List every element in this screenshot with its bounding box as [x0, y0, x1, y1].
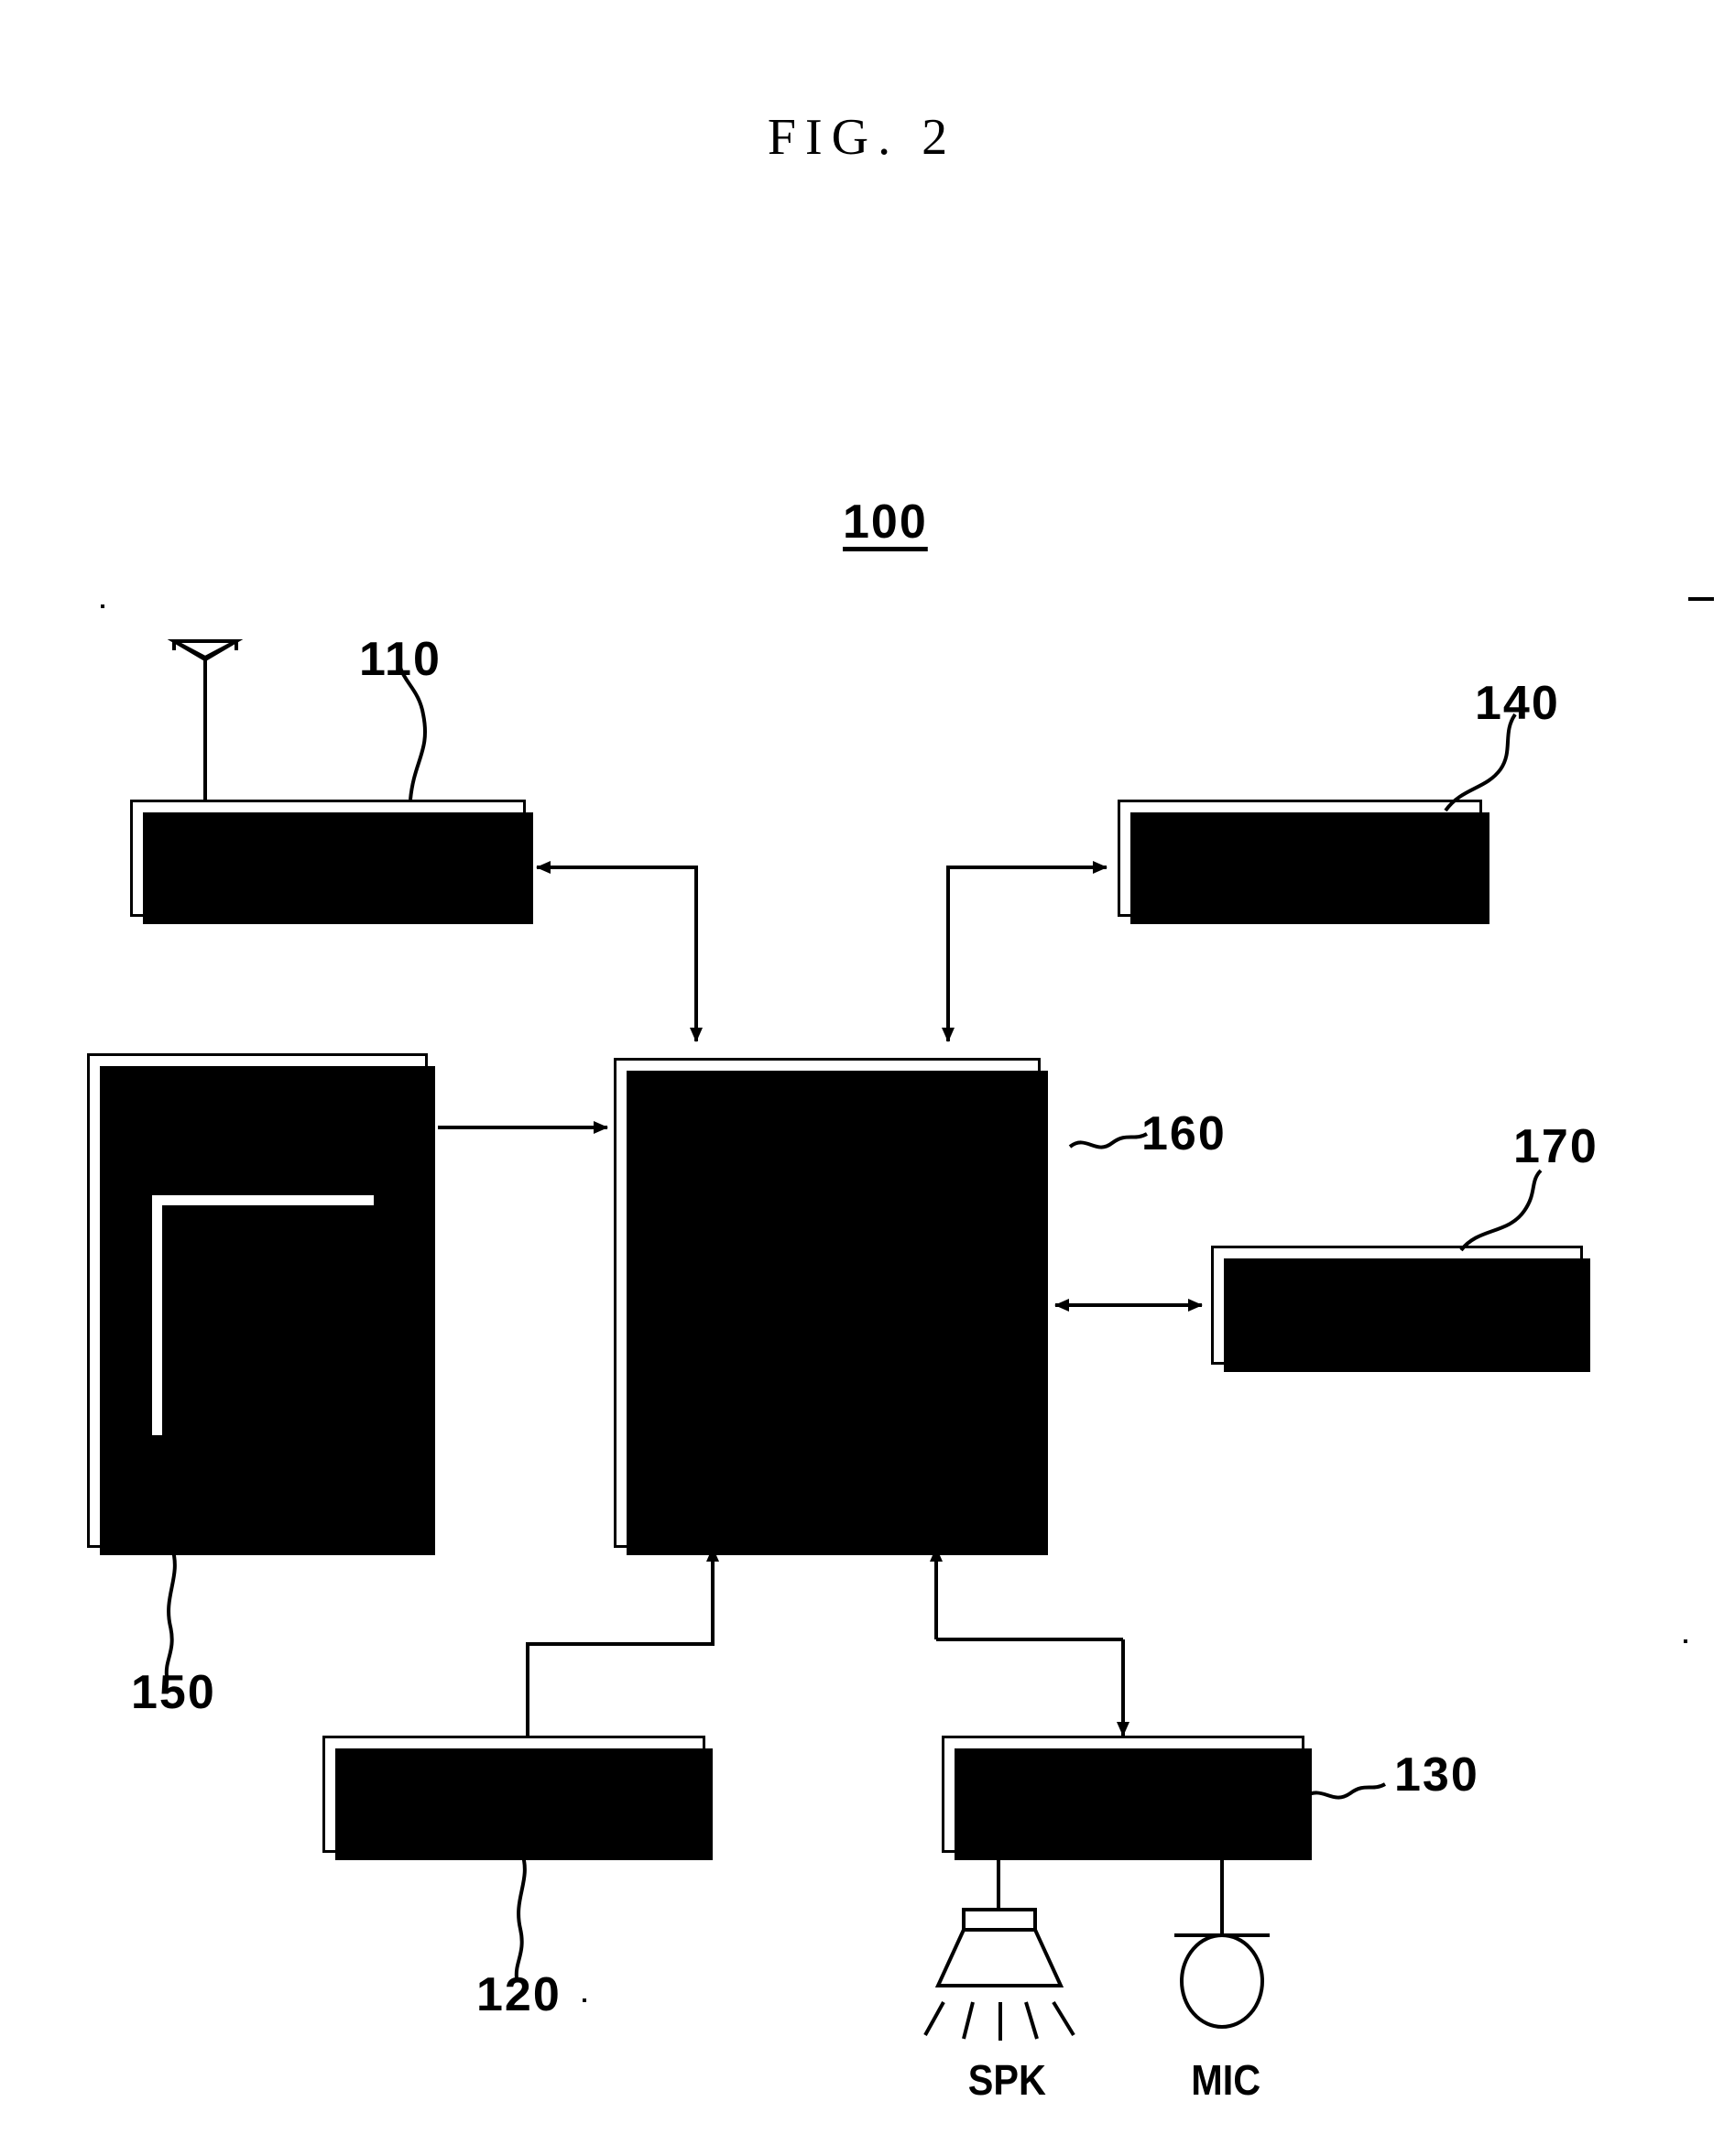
scan-speck	[583, 1998, 586, 2002]
block-controller[interactable]: CONTROLLER	[614, 1058, 1048, 1555]
antenna-icon	[167, 639, 244, 662]
block-label-input: INPUT UNIT	[434, 1776, 594, 1812]
ref-number-170: 170	[1513, 1120, 1599, 1173]
block-input-unit[interactable]: INPUT UNIT	[322, 1736, 713, 1860]
block-sim-card-interface[interactable]: SIM CARD INTERFACE	[1211, 1246, 1590, 1372]
ref-number-140: 140	[1475, 677, 1560, 730]
block-label-storage: STORAGE UNIT	[151, 1088, 364, 1123]
ref-number-130: 130	[1394, 1748, 1479, 1802]
ref-number-110: 110	[359, 633, 442, 686]
connector-controller-rf	[536, 861, 703, 1042]
microphone-icon	[1174, 1933, 1270, 2029]
block-label-rf: RF COMMUNICATION UNIT	[184, 822, 472, 894]
leader-160	[1068, 1132, 1148, 1149]
connector-controller-display	[942, 861, 1108, 1042]
ref-number-system: 100	[843, 495, 928, 549]
block-label-audio: AUDIO PROCESSING UNIT	[980, 1758, 1266, 1830]
block-label-sim-list: SIM INFORMATION LIST	[165, 1260, 361, 1370]
leader-130	[1303, 1782, 1386, 1800]
block-label-sim-interface: SIM CARD INTERFACE	[1244, 1287, 1550, 1323]
ref-number-160: 160	[1141, 1107, 1227, 1160]
peripheral-label-spk: SPK	[967, 2056, 1046, 2104]
figure-title: FIG. 2	[767, 109, 957, 166]
patent-figure: FIG. 2 100 RF COMMUNICATION UNIT 110 DIS…	[0, 0, 1724, 2156]
block-rf-communication-unit[interactable]: RF COMMUNICATION UNIT	[130, 800, 533, 924]
ref-number-150: 150	[131, 1666, 216, 1719]
scan-speck	[1684, 1639, 1687, 1643]
leader-150	[164, 1547, 177, 1677]
leader-120	[514, 1852, 527, 1979]
block-label-display: DISPLAY UNIT	[1204, 840, 1396, 876]
scan-speck	[1688, 597, 1714, 601]
leader-170	[1459, 1169, 1543, 1252]
speaker-icon	[923, 1908, 1075, 2041]
ref-number-120: 120	[476, 1968, 562, 2021]
block-sim-information-list[interactable]: SIM INFORMATION LIST	[149, 1192, 384, 1445]
peripheral-label-mic: MIC	[1191, 2056, 1261, 2104]
block-audio-processing-unit[interactable]: AUDIO PROCESSING UNIT	[942, 1736, 1312, 1860]
connector-input-controller	[526, 1547, 719, 1743]
block-display-unit[interactable]: DISPLAY UNIT	[1118, 800, 1489, 924]
block-label-controller: CONTROLLER	[729, 1100, 925, 1135]
scan-speck	[101, 604, 104, 608]
